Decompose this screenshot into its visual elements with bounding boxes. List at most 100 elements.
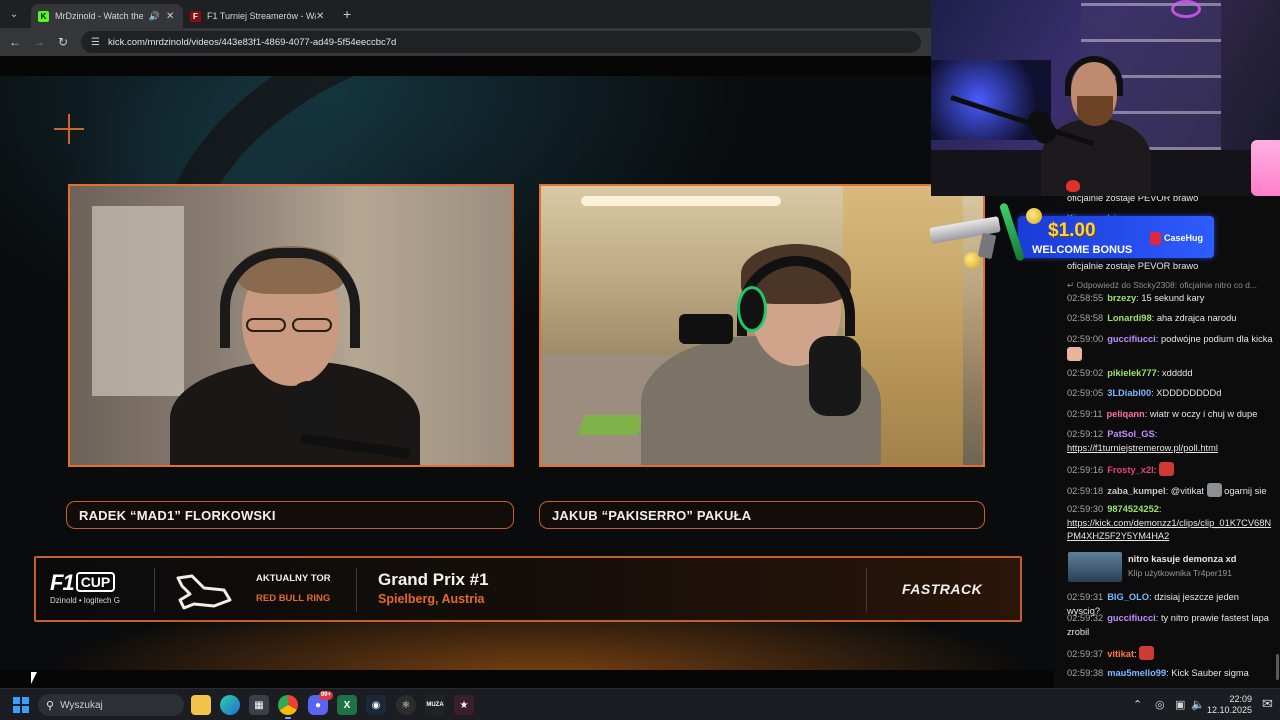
chat-username[interactable]: vitikat [1107,649,1134,659]
chat-username[interactable]: pikielek777 [1107,368,1157,378]
f1-cup-logo: F1 CUP Dzinold • logitech G [50,572,134,612]
chat-username[interactable]: peliqann [1107,409,1145,419]
chat-scrollbar[interactable] [1276,654,1279,680]
chat-message: 02:58:55 brzezy: 15 sekund kary [1067,293,1205,303]
windows-start-icon[interactable] [13,697,29,713]
chat-username[interactable]: guccifiucci [1107,613,1156,623]
clock-date: 12.10.2025 [1206,705,1252,715]
track-name: RED BULL RING [256,593,331,604]
audio-playing-icon[interactable]: 🔊 [149,11,160,22]
chat-message: 02:59:02 pikielek777: xddddd [1067,368,1193,378]
chat-username[interactable]: 3LDiabl00 [1107,388,1151,398]
tab-search-chevron-icon[interactable]: ⌄ [3,4,25,24]
cup-sponsor-text: Dzinold • logitech G [50,596,120,605]
chrome-icon[interactable] [278,695,298,719]
apple-icon [1066,180,1080,192]
back-arrow-icon[interactable]: ← [3,35,27,49]
address-bar[interactable]: ☰ kick.com/mrdzinold/videos/443e83f1-486… [81,31,921,53]
emote-icon [1139,646,1155,660]
player-nameplate-right: JAKUB “PAKISERRO” PAKUŁA [539,501,985,529]
chat-link[interactable]: https://kick.com/demonzz1/clips/clip_01K… [1067,518,1271,542]
broadcast-graphic: RADEK “MAD1” FLORKOWSKI JAKUB “PAKISERRO… [0,76,1054,670]
muza-app-icon[interactable]: MUZA [425,695,445,715]
forward-arrow-icon[interactable]: → [27,35,51,49]
bonus-text: WELCOME BONUS [1032,244,1133,256]
emote-icon [1067,346,1082,361]
chat-username[interactable]: PatSol_GS [1107,429,1155,439]
track-layout-icon [176,574,232,610]
chat-username[interactable]: guccifiucci [1107,334,1156,344]
chat-username[interactable]: 9874524252 [1107,504,1159,514]
bonus-amount: $1.00 [1048,220,1096,241]
casehug-logo-icon [1150,232,1161,245]
casehug-ad-banner[interactable]: $1.00 WELCOME BONUS CaseHug [928,180,1224,272]
race-info-bar: F1 CUP Dzinold • logitech G AKTUALNY TOR … [34,556,1022,622]
network-icon[interactable]: ▣ [1175,698,1185,711]
new-tab-plus-icon[interactable]: + [343,6,351,22]
chat-message: 02:59:00 guccifiucci: podwójne podium dla… [1067,333,1273,362]
tab-close-icon[interactable]: ✕ [316,11,326,22]
emote-icon [1158,462,1174,476]
chat-username[interactable]: Lonardi98 [1107,313,1151,323]
chat-message: 02:58:58 Lonardi98: aha zdrajca narodu [1067,313,1237,323]
plus-decoration-icon [54,114,84,144]
f1-cup-wordmark: F1 CUP [50,572,134,594]
windows-taskbar: ⚲ Wyszukaj ▦ ● 99+ X ◉ ⚛ MUZA ★ ⌃ ◎ ▣ 🔈 2… [0,688,1280,720]
game-app-icon[interactable]: ★ [454,695,474,715]
chat-message: 02:59:12 PatSol_GS: https://f1turniejstrem… [1067,429,1218,453]
excel-icon[interactable]: X [337,695,357,715]
search-icon: ⚲ [46,699,55,712]
coin-icon [1026,208,1042,224]
chat-username[interactable]: zaba_kumpel [1107,486,1165,496]
url-text: kick.com/mrdzinold/videos/443e83f1-4869-… [107,36,397,48]
player-figure [70,186,512,465]
screen: ⌄ K MrDzinold - Watch the VOD 🔊 ✕ F F1 T… [0,0,1280,720]
racing-app-icon[interactable]: ⚛ [396,695,416,715]
taskbar-clock[interactable]: 22:09 12.10.2025 [1206,694,1252,716]
tray-chevron-up-icon[interactable]: ⌃ [1133,698,1142,711]
search-placeholder: Wyszukaj [60,699,103,711]
microphone-icon[interactable]: ◎ [1155,698,1165,711]
chat-message: 02:59:18 zaba_kumpel: @vitikat ogarnij si… [1067,483,1273,499]
clip-subtitle: Klip użytkownika Tr4per191 [1128,568,1232,578]
reload-icon[interactable]: ↻ [51,35,75,49]
reply-reference[interactable]: ↵ Odpowiedź do Sticky2308: oficjalnie ni… [1067,280,1273,291]
clip-preview-card[interactable]: nitro kasuje demonza xd Klip użytkownika… [1068,552,1274,584]
chat-message: 02:59:11 peliqann: wiatr w oczy i chuj w … [1067,409,1258,419]
file-explorer-icon[interactable] [191,695,211,715]
tab-kick-vod[interactable]: K MrDzinold - Watch the VOD 🔊 ✕ [31,4,183,28]
store-icon[interactable]: ▦ [249,695,269,715]
tab-f1-turniej[interactable]: F F1 Turniej Streamerów - Walka ✕ [183,4,333,28]
taskbar-search[interactable]: ⚲ Wyszukaj [38,694,184,716]
grand-prix-location: Spielberg, Austria [378,592,485,606]
chat-username[interactable]: mau5mello99 [1107,668,1166,678]
track-label: AKTUALNY TOR [256,573,331,584]
chat-message: 02:59:32 guccifiucci: ty nitro prawie fas… [1067,613,1269,637]
volume-icon[interactable]: 🔈 [1191,698,1205,711]
notification-bell-icon[interactable]: ✉ [1262,696,1273,712]
player-camera-left [68,184,514,467]
chat-link[interactable]: https://f1turniejstremerow.pl/poll.html [1067,443,1218,453]
edge-icon[interactable] [220,695,240,715]
tab-title: MrDzinold - Watch the VOD [55,11,143,21]
player-camera-right [539,184,985,467]
streamer-webcam-overlay [931,0,1280,196]
clip-thumbnail[interactable] [1068,552,1122,582]
player-figure [541,186,983,465]
video-player[interactable]: RADEK “MAD1” FLORKOWSKI JAKUB “PAKISERRO… [0,56,1054,688]
tab-title: F1 Turniej Streamerów - Walka [207,11,316,21]
tab-close-icon[interactable]: ✕ [166,11,176,22]
brand-name: CaseHug [1164,233,1204,243]
discord-icon[interactable]: ● 99+ [308,691,333,715]
mouse-cursor-icon [31,672,37,684]
chat-message: 02:59:30 9874524252: https://kick.com/demo… [1067,504,1272,542]
chat-username[interactable]: brzezy [1107,293,1136,303]
site-info-icon[interactable]: ☰ [91,37,100,48]
chat-username[interactable]: Frosty_x2l [1107,465,1154,475]
grand-prix-title: Grand Prix #1 [378,570,489,589]
chat-message: 02:59:37 vitikat: [1067,646,1273,662]
steam-icon[interactable]: ◉ [366,695,386,715]
chat-message: 02:59:38 mau5mello99: Kick Sauber sigma [1067,668,1249,678]
chat-username[interactable]: BIG_OLO [1107,592,1149,602]
chat-message: 02:59:16 Frosty_x2l: [1067,462,1273,478]
